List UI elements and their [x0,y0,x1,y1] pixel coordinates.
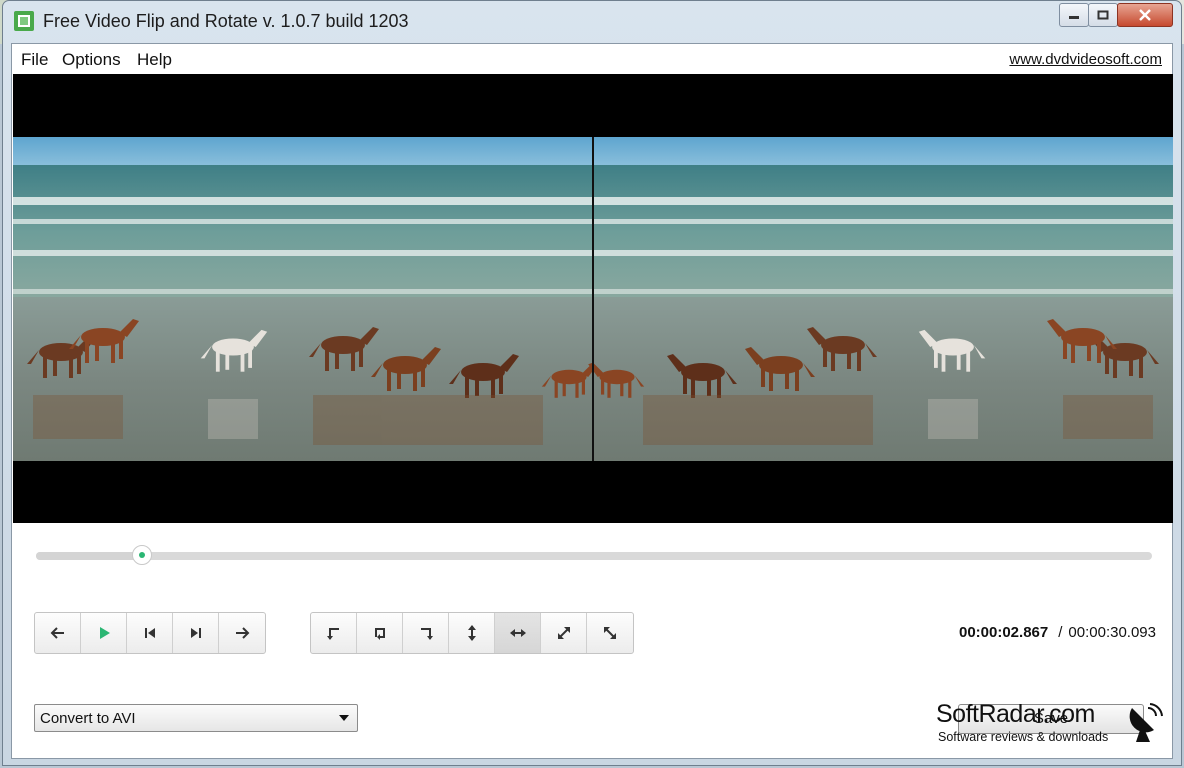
maximize-icon [1097,10,1109,20]
minimize-button[interactable] [1059,3,1089,27]
transform-toolbar [310,612,634,654]
flip-vertical-button[interactable] [449,613,495,653]
satellite-dish-icon [1129,703,1163,742]
seek-progress [36,552,143,560]
next-frame-button[interactable] [219,613,265,653]
current-time: 00:00:02.867 [958,624,1049,641]
seek-bar[interactable] [36,545,1152,565]
rotate-180-button[interactable] [357,613,403,653]
output-format-value: Convert to AVI [40,710,136,727]
diagonal-alt-icon [604,627,616,639]
flip-vertical-icon [467,625,476,641]
menu-options[interactable]: Options [62,50,121,70]
video-preview [13,74,1173,523]
app-icon [14,11,34,31]
time-separator: / [1058,624,1063,641]
menu-help[interactable]: Help [137,50,172,70]
prev-frame-button[interactable] [35,613,81,653]
arrow-right-icon [236,627,250,639]
rotate-right-icon [420,628,433,640]
go-start-button[interactable] [127,613,173,653]
softradar-watermark: SoftRadar.com Software reviews & downloa… [936,700,1166,750]
watermark-tagline: Software reviews & downloads [938,730,1109,744]
play-icon [99,627,110,639]
app-window: Free Video Flip and Rotate v. 1.0.7 buil… [2,0,1182,766]
client-area: File Options Help www.dvdvideosoft.com 0… [11,43,1173,759]
website-link[interactable]: www.dvdvideosoft.com [1009,51,1162,68]
time-display: 00:00:02.867 / 00:00:30.093 [959,624,1156,641]
rotate-left-icon [326,628,339,640]
title-bar[interactable]: Free Video Flip and Rotate v. 1.0.7 buil… [3,1,1181,43]
skip-end-icon [190,628,201,638]
close-icon [1139,9,1151,21]
watermark-brand: SoftRadar.com [936,700,1095,728]
rotate-180-icon [374,628,385,640]
rotate-ccw-button[interactable] [311,613,357,653]
close-button[interactable] [1117,3,1173,27]
maximize-button[interactable] [1088,3,1118,27]
skip-start-icon [144,628,155,638]
output-format-select[interactable]: Convert to AVI [34,704,358,732]
transpose-button[interactable] [541,613,587,653]
rotate-cw-button[interactable] [403,613,449,653]
window-title: Free Video Flip and Rotate v. 1.0.7 buil… [43,11,409,31]
arrow-left-icon [50,627,64,639]
flip-horizontal-button[interactable] [495,613,541,653]
playback-toolbar [34,612,266,654]
chevron-down-icon [339,715,349,721]
seek-handle[interactable] [132,545,153,565]
flip-horizontal-icon [509,629,526,637]
transverse-button[interactable] [587,613,633,653]
diagonal-icon [557,627,570,639]
play-button[interactable] [81,613,127,653]
total-time: 00:00:30.093 [1068,624,1156,641]
go-end-button[interactable] [173,613,219,653]
menu-bar: File Options Help www.dvdvideosoft.com [12,44,1172,74]
mirror-divider [592,137,594,461]
minimize-icon [1069,16,1079,19]
menu-file[interactable]: File [21,50,48,70]
